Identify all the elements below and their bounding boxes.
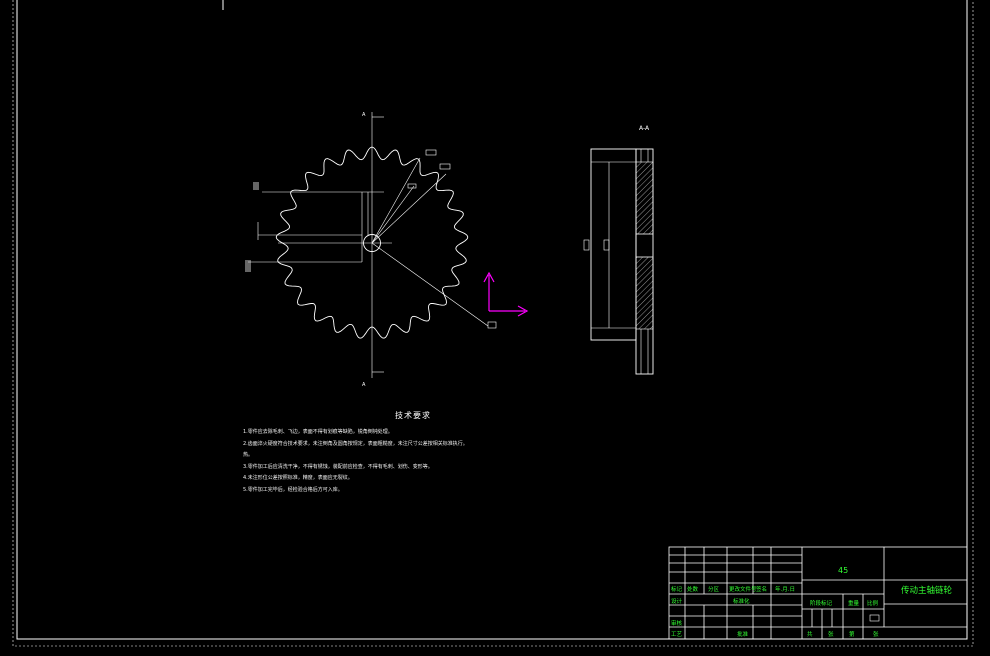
sheet-unit-2: 张: [873, 630, 879, 638]
mark-header: 标记: [671, 585, 683, 593]
technical-requirements: 技术要求 1.零件应去除毛刺、飞边，表面不得有划痕等缺陷，锐角倒钝处理。 2.齿…: [243, 410, 603, 496]
leader-line: [371, 173, 447, 244]
cut-marker-top: A: [362, 112, 366, 118]
tech-requirement-line: 3.零件加工后应清洗干净，不得有锈蚀，装配前应检查，不得有毛刺、划伤、变形等。: [243, 463, 433, 470]
drawing-border: [12, 0, 974, 647]
tech-requirement-line: 1.零件应去除毛刺、飞边，表面不得有划痕等缺陷，锐角倒钝处理。: [243, 429, 393, 435]
design-label: 设计: [671, 597, 683, 605]
scale-header: 比例: [867, 599, 879, 607]
tech-requirement-line: 5.零件加工完毕后，经检验合格后方可入库。: [243, 486, 343, 493]
callout-box: [439, 163, 451, 170]
standardize-label: 标准化: [733, 597, 750, 605]
change-doc-header: 更改文件号: [729, 585, 757, 593]
callout-box: [407, 183, 417, 189]
ucs-axis-icon: [483, 271, 529, 317]
craft-label: 工艺: [671, 631, 683, 638]
count-header: 处数: [687, 585, 699, 593]
sheet-total-label: 共: [807, 630, 813, 638]
date-header: 年.月.日: [775, 585, 795, 593]
approve-label: 批准: [737, 630, 749, 638]
weight-header: 重量: [848, 599, 860, 607]
signature-header: 签名: [756, 585, 767, 593]
tech-requirements-title: 技术要求: [395, 411, 431, 420]
drawing-canvas[interactable]: A A A-A 标记 处数 分区 更改文件号 签名 年.月.日 设计 标准化 审…: [0, 0, 990, 656]
tech-requirement-line: 4.未注形位公差按照标准，精度，表面应无裂纹。: [243, 475, 353, 481]
review-label: 审核: [671, 619, 683, 627]
tech-requirement-line: 2.齿面淬火硬度符合技术要求，未注倒角及圆角按规定，表面粗糙度，未注尺寸公差按相…: [243, 440, 468, 447]
stage-mark-header: 阶段标记: [810, 599, 833, 607]
leader-line: [371, 157, 421, 244]
sprocket-section-view: [583, 148, 654, 375]
sheet-no-label: 第: [849, 630, 855, 638]
material-value: 45: [838, 566, 848, 575]
sheet-unit-1: 张: [828, 630, 834, 638]
cut-marker-bottom: A: [362, 382, 366, 388]
zone-header: 分区: [708, 585, 720, 593]
tech-requirement-line: 热。: [243, 452, 254, 458]
section-label: A-A: [639, 125, 650, 132]
part-name: 传动主轴链轮: [901, 585, 953, 596]
leader-line: [371, 185, 415, 244]
callout-box: [425, 149, 437, 156]
callout-box: [487, 321, 497, 329]
sprocket-front-view: [245, 112, 497, 378]
leader-line: [371, 242, 489, 327]
